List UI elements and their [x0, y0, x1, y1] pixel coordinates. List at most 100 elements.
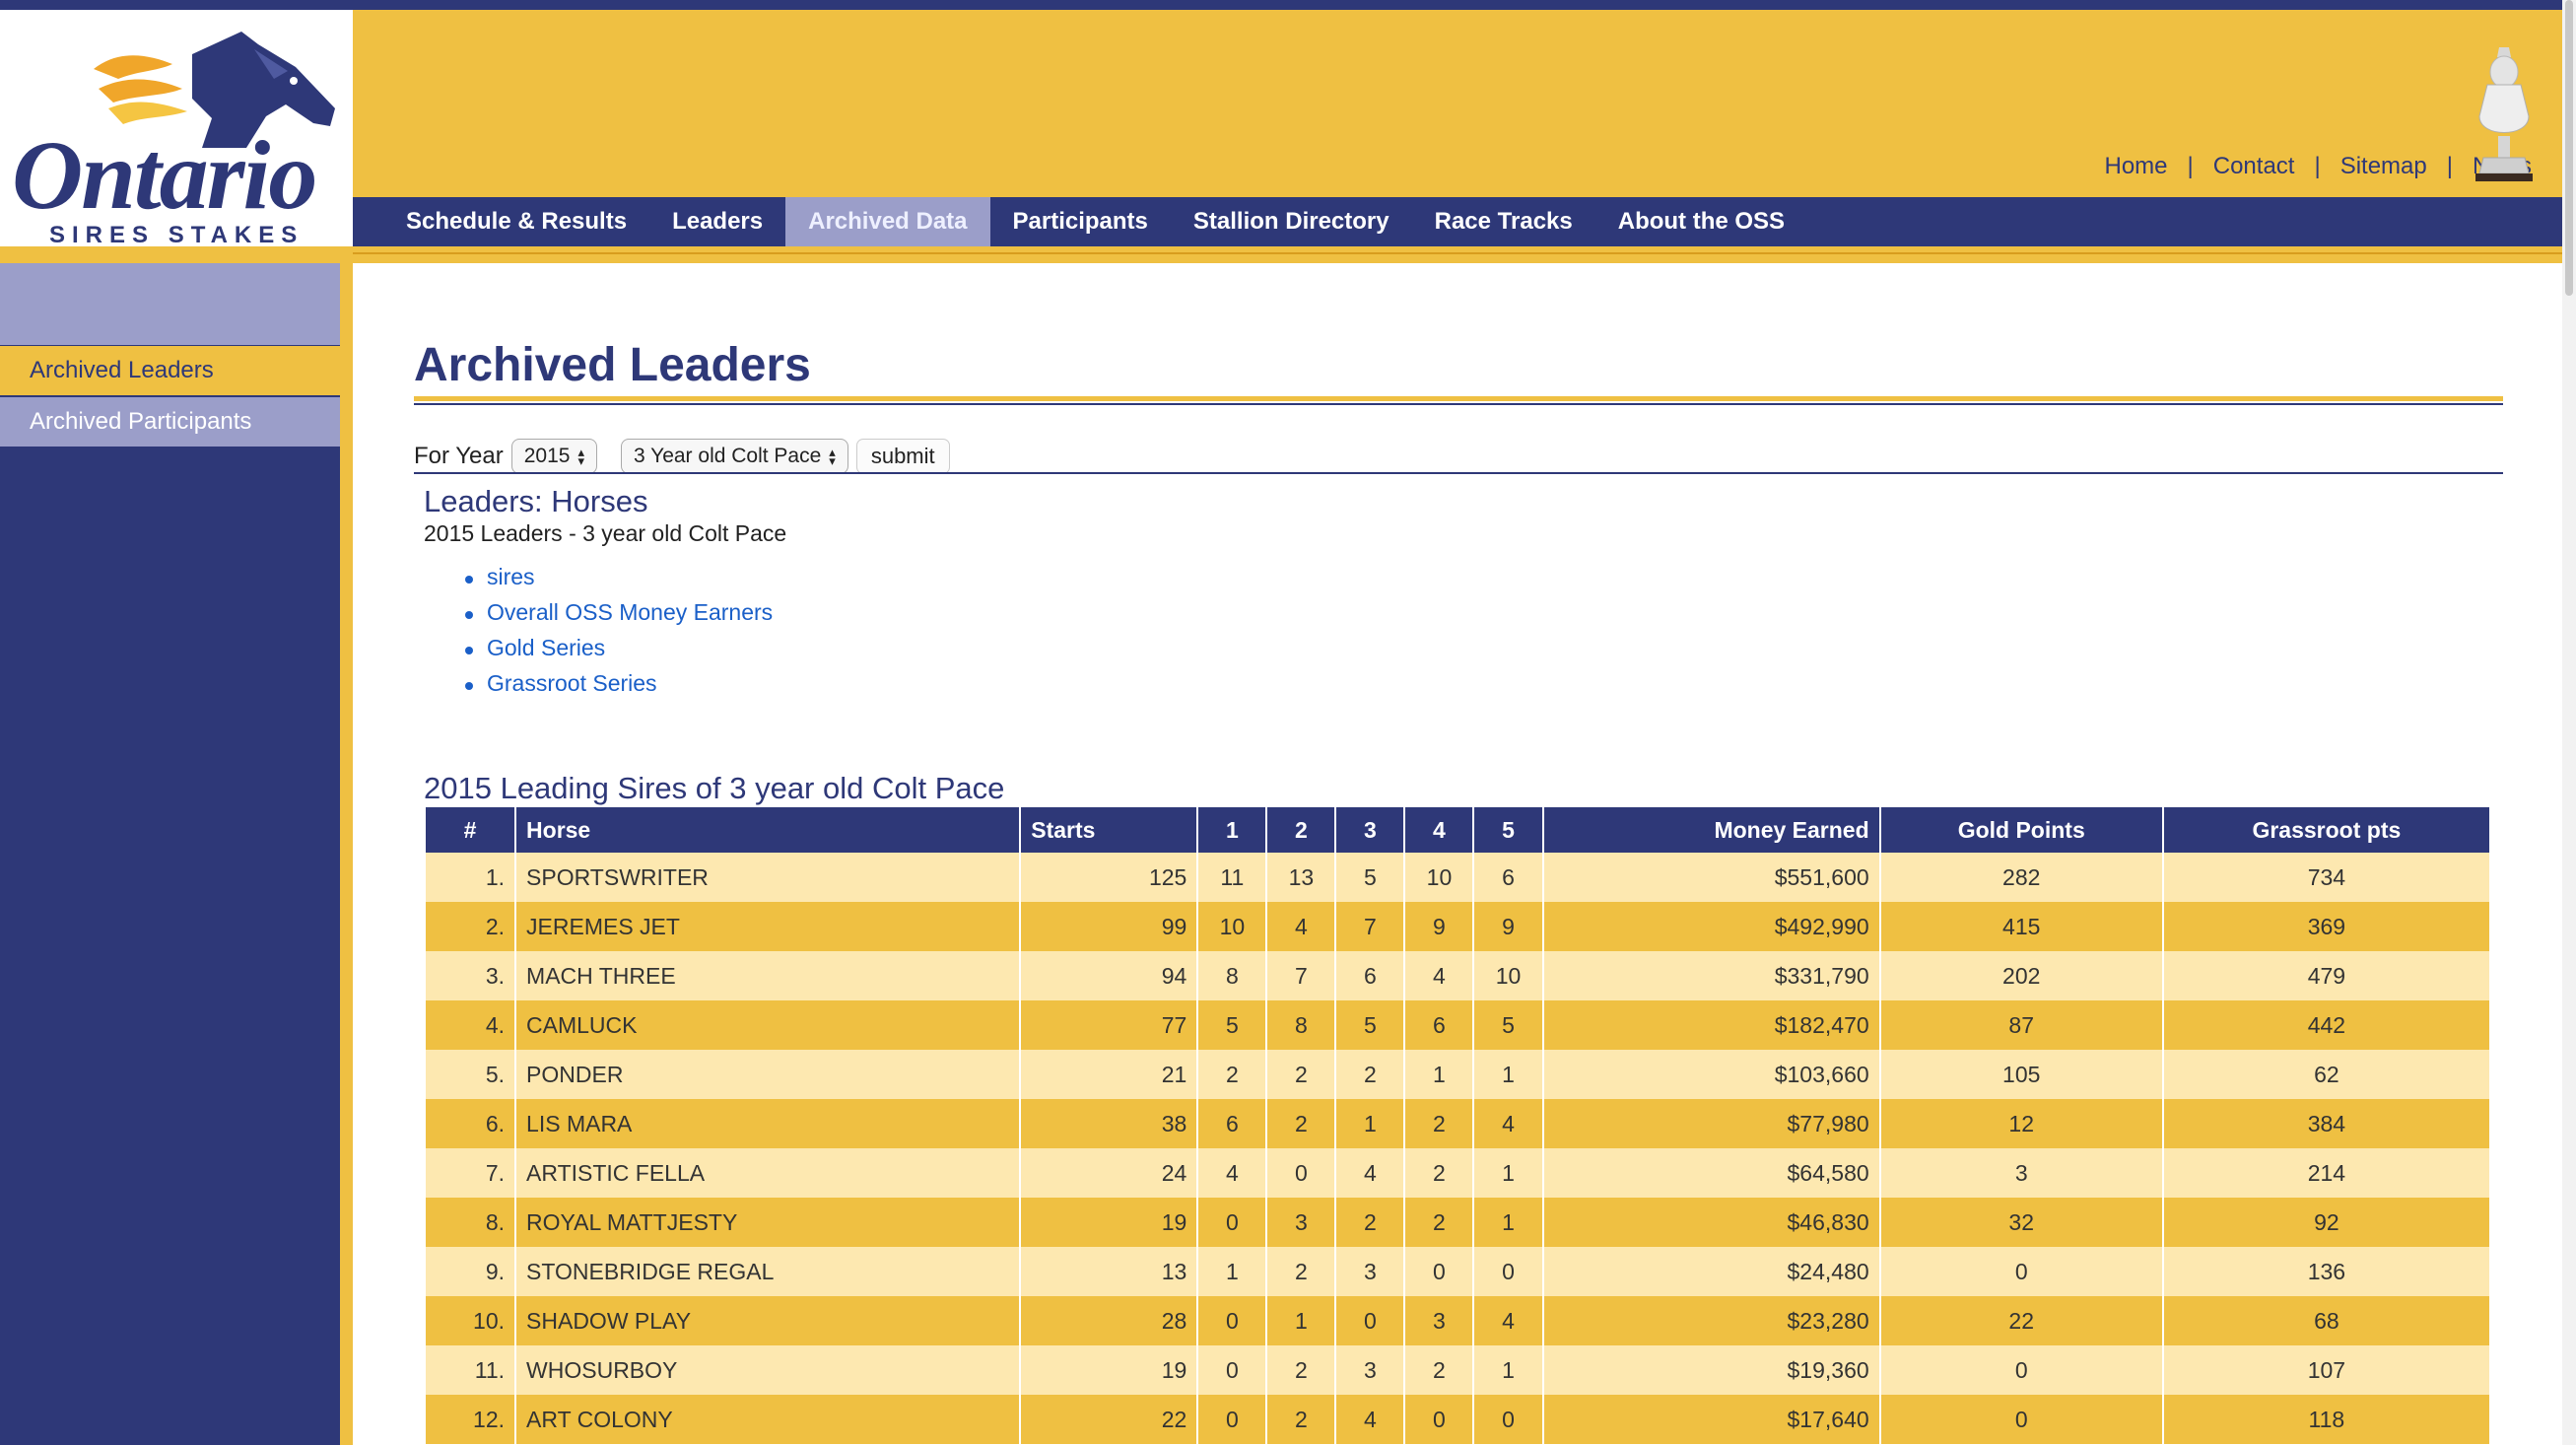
gold-points-cell: 415 — [1880, 902, 2162, 951]
grassroot-pts-cell: 369 — [2163, 902, 2489, 951]
utility-nav: Home | Contact | Sitemap | News — [2104, 153, 2532, 180]
table-row: 1. SPORTSWRITER 125 11 13 5 10 6 $551,600 282 734 — [426, 853, 2489, 902]
nav-leaders[interactable]: Leaders — [649, 197, 785, 246]
starts-cell: 77 — [1021, 1000, 1197, 1050]
nav-archived-data[interactable]: Archived Data — [785, 197, 990, 246]
sidebar-item-archived-participants[interactable]: Archived Participants — [0, 397, 340, 447]
second-cell: 3 — [1267, 1198, 1335, 1247]
horse-link[interactable]: LIS MARA — [516, 1099, 1020, 1148]
page-scrollbar[interactable] — [2562, 0, 2576, 1445]
leaders-subheading: 2015 Leaders - 3 year old Colt Pace — [424, 520, 787, 546]
rank-cell: 11. — [426, 1345, 515, 1395]
util-separator: | — [2446, 153, 2453, 179]
fifth-cell: 4 — [1474, 1099, 1542, 1148]
rank-cell: 6. — [426, 1099, 515, 1148]
money-earned-cell: $23,280 — [1543, 1296, 1879, 1345]
first-cell: 6 — [1198, 1099, 1266, 1148]
third-cell: 7 — [1336, 902, 1404, 951]
util-home-link[interactable]: Home — [2104, 153, 2167, 180]
horse-link[interactable]: MACH THREE — [516, 951, 1020, 1000]
horse-link[interactable]: ROYAL MATTJESTY — [516, 1198, 1020, 1247]
col-money-earned: Money Earned — [1543, 807, 1879, 853]
money-earned-cell: $17,640 — [1543, 1395, 1879, 1444]
col-grassroot-pts: Grassroot pts — [2163, 807, 2489, 853]
fifth-cell: 9 — [1474, 902, 1542, 951]
grassroot-pts-cell: 734 — [2163, 853, 2489, 902]
sidebar-border — [340, 263, 353, 1445]
page-title: Archived Leaders — [414, 339, 811, 391]
util-sitemap-link[interactable]: Sitemap — [2340, 153, 2427, 180]
third-cell: 4 — [1336, 1395, 1404, 1444]
col-fourth: 4 — [1405, 807, 1473, 853]
nav-stallion-directory[interactable]: Stallion Directory — [1171, 197, 1412, 246]
first-cell: 11 — [1198, 853, 1266, 902]
horse-link[interactable]: ARTISTIC FELLA — [516, 1148, 1020, 1198]
horse-link[interactable]: PONDER — [516, 1050, 1020, 1099]
starts-cell: 99 — [1021, 902, 1197, 951]
site-logo[interactable]: Ontario SIRES STAKES — [0, 10, 353, 251]
link-gold-series[interactable]: Gold Series — [465, 635, 773, 670]
select-arrows-icon: ▴ ▾ — [577, 445, 584, 468]
nav-participants[interactable]: Participants — [990, 197, 1171, 246]
scrollbar-thumb[interactable] — [2565, 0, 2573, 296]
col-rank: # — [426, 807, 515, 853]
fourth-cell: 2 — [1405, 1148, 1473, 1198]
table-row: 3. MACH THREE 94 8 7 6 4 10 $331,790 202 479 — [426, 951, 2489, 1000]
second-cell: 2 — [1267, 1050, 1335, 1099]
link-grassroot-series[interactable]: Grassroot Series — [465, 670, 773, 706]
horse-link[interactable]: CAMLUCK — [516, 1000, 1020, 1050]
starts-cell: 19 — [1021, 1345, 1197, 1395]
horse-link[interactable]: WHOSURBOY — [516, 1345, 1020, 1395]
nav-schedule-results[interactable]: Schedule & Results — [353, 197, 649, 246]
money-earned-cell: $46,830 — [1543, 1198, 1879, 1247]
year-select[interactable]: 2015 ▴ ▾ — [510, 439, 597, 474]
first-cell: 0 — [1198, 1395, 1266, 1444]
fifth-cell: 1 — [1474, 1050, 1542, 1099]
money-earned-cell: $64,580 — [1543, 1148, 1879, 1198]
col-fifth: 5 — [1474, 807, 1542, 853]
rank-cell: 5. — [426, 1050, 515, 1099]
table-row: 9. STONEBRIDGE REGAL 13 1 2 3 0 0 $24,480 0 136 — [426, 1247, 2489, 1296]
nav-race-tracks[interactable]: Race Tracks — [1412, 197, 1595, 246]
fourth-cell: 2 — [1405, 1198, 1473, 1247]
money-earned-cell: $182,470 — [1543, 1000, 1879, 1050]
grassroot-pts-cell: 214 — [2163, 1148, 2489, 1198]
gold-points-cell: 202 — [1880, 951, 2162, 1000]
util-contact-link[interactable]: Contact — [2213, 153, 2295, 180]
rank-cell: 1. — [426, 853, 515, 902]
year-select-value: 2015 — [523, 445, 571, 467]
first-cell: 0 — [1198, 1198, 1266, 1247]
second-cell: 2 — [1267, 1099, 1335, 1148]
horse-link[interactable]: SPORTSWRITER — [516, 853, 1020, 902]
rank-cell: 9. — [426, 1247, 515, 1296]
starts-cell: 38 — [1021, 1099, 1197, 1148]
horse-link[interactable]: ART COLONY — [516, 1395, 1020, 1444]
rank-cell: 2. — [426, 902, 515, 951]
starts-cell: 13 — [1021, 1247, 1197, 1296]
link-overall-oss-money-earners[interactable]: Overall OSS Money Earners — [465, 599, 773, 635]
col-starts: Starts — [1021, 807, 1197, 853]
logo-tagline: SIRES STAKES — [49, 222, 305, 248]
grassroot-pts-cell: 92 — [2163, 1198, 2489, 1247]
grassroot-pts-cell: 107 — [2163, 1345, 2489, 1395]
third-cell: 3 — [1336, 1345, 1404, 1395]
starts-cell: 22 — [1021, 1395, 1197, 1444]
money-earned-cell: $24,480 — [1543, 1247, 1879, 1296]
money-earned-cell: $103,660 — [1543, 1050, 1879, 1099]
sidebar-item-archived-leaders[interactable]: Archived Leaders — [0, 346, 340, 395]
third-cell: 2 — [1336, 1198, 1404, 1247]
table-row: 6. LIS MARA 38 6 2 1 2 4 $77,980 12 384 — [426, 1099, 2489, 1148]
horse-link[interactable]: SHADOW PLAY — [516, 1296, 1020, 1345]
submit-button[interactable]: submit — [855, 439, 950, 474]
horse-link[interactable]: JEREMES JET — [516, 902, 1020, 951]
category-select[interactable]: 3 Year old Colt Pace ▴ ▾ — [620, 439, 848, 474]
table-caption: 2015 Leading Sires of 3 year old Colt Pa… — [424, 771, 1005, 805]
grassroot-pts-cell: 118 — [2163, 1395, 2489, 1444]
link-sires[interactable]: sires — [465, 564, 773, 599]
category-select-value: 3 Year old Colt Pace — [633, 445, 822, 467]
horse-link[interactable]: STONEBRIDGE REGAL — [516, 1247, 1020, 1296]
grassroot-pts-cell: 68 — [2163, 1296, 2489, 1345]
third-cell: 6 — [1336, 951, 1404, 1000]
starts-cell: 94 — [1021, 951, 1197, 1000]
nav-about-oss[interactable]: About the OSS — [1595, 197, 1807, 246]
